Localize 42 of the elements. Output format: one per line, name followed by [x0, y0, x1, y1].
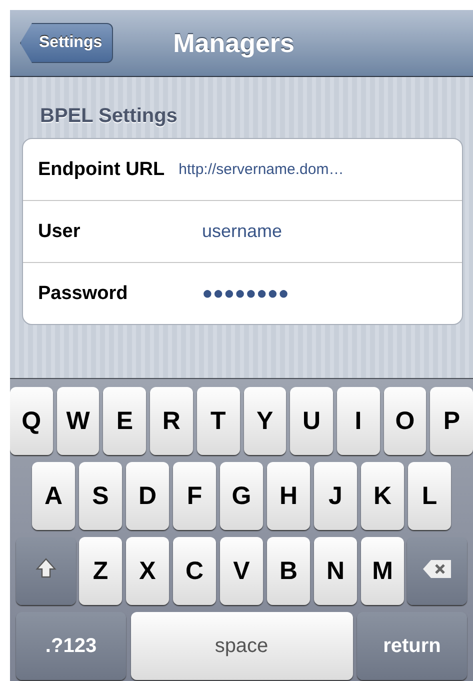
- letter-key[interactable]: Z: [79, 537, 122, 605]
- letter-key[interactable]: S: [79, 462, 122, 530]
- letter-key[interactable]: Q: [10, 387, 53, 455]
- letter-key[interactable]: A: [32, 462, 75, 530]
- shift-key[interactable]: [16, 537, 76, 605]
- letter-key[interactable]: J: [314, 462, 357, 530]
- letter-key[interactable]: F: [173, 462, 216, 530]
- letter-key[interactable]: G: [220, 462, 263, 530]
- shift-icon: [35, 556, 57, 578]
- letter-key[interactable]: H: [267, 462, 310, 530]
- letter-key[interactable]: W: [56, 387, 100, 455]
- return-key[interactable]: return: [357, 612, 467, 680]
- letter-key[interactable]: R: [150, 387, 193, 455]
- section-header: BPEL Settings: [39, 104, 178, 129]
- mode-key[interactable]: .?123: [16, 612, 126, 680]
- letter-key[interactable]: Y: [244, 387, 286, 455]
- field-value[interactable]: ●●●●●●●●: [202, 283, 289, 304]
- delete-icon: [422, 558, 452, 578]
- row-label: Endpoint URL: [38, 158, 165, 180]
- nav-title: Managers: [173, 28, 295, 58]
- letter-key[interactable]: T: [196, 387, 240, 455]
- row-label: User: [38, 220, 82, 242]
- letter-key[interactable]: D: [126, 462, 169, 530]
- letter-key[interactable]: N: [314, 537, 357, 605]
- space-key[interactable]: space: [130, 612, 352, 680]
- letter-key[interactable]: C: [173, 537, 216, 605]
- letter-key[interactable]: K: [361, 462, 404, 530]
- letter-key[interactable]: M: [361, 537, 404, 605]
- letter-key[interactable]: P: [430, 387, 473, 455]
- field-value[interactable]: http://servername.dom…: [178, 161, 344, 178]
- field-value[interactable]: username: [202, 221, 282, 242]
- letter-key[interactable]: E: [103, 387, 146, 455]
- letter-key[interactable]: O: [384, 387, 426, 455]
- letter-key[interactable]: V: [220, 537, 263, 605]
- delete-key[interactable]: [407, 537, 467, 605]
- letter-key[interactable]: X: [126, 537, 169, 605]
- row-label: Password: [38, 282, 129, 304]
- letter-key[interactable]: U: [290, 387, 333, 455]
- back-button[interactable]: Settings: [20, 23, 114, 63]
- letter-key[interactable]: I: [336, 387, 380, 455]
- letter-key[interactable]: B: [267, 537, 310, 605]
- letter-key[interactable]: L: [408, 462, 451, 530]
